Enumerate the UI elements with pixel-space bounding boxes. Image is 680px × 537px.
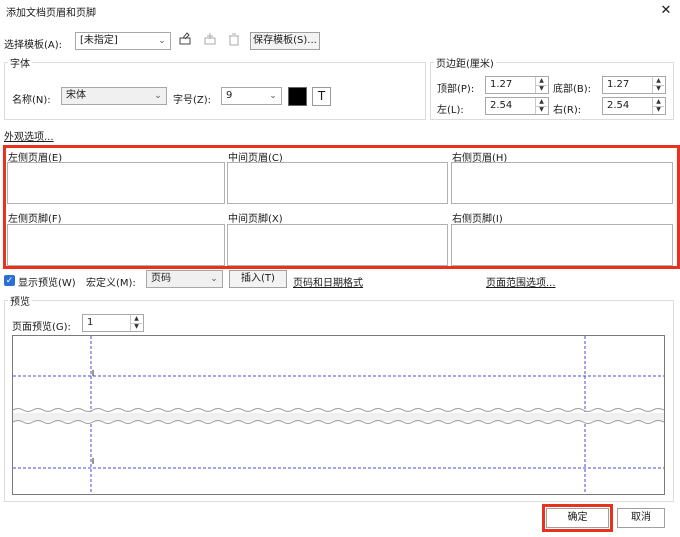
page-preview-value: 1 [87,317,94,328]
chevron-down-icon: ⌄ [154,91,162,101]
page-preview-label: 页面预览(G): [12,322,71,333]
margin-left-label: 左(L): [437,105,464,116]
template-label: 选择模板(A): [4,40,63,51]
preview-page-graphic [13,336,664,494]
show-preview-checkbox[interactable]: ✓ [4,275,15,286]
center-header-input[interactable] [227,162,448,204]
left-footer-input[interactable] [7,224,225,266]
font-group-title: 字体 [8,55,32,70]
font-size-value: 9 [226,90,233,101]
chevron-down-icon: ⌄ [158,36,166,46]
insert-button[interactable]: 插入(T) [229,270,287,288]
preview-group-title: 预览 [8,293,32,308]
margins-group-title: 页边距(厘米) [434,55,496,70]
macro-value: 页码 [151,273,171,284]
margin-top-value: 1.27 [490,79,513,90]
page-number-format-link[interactable]: 页码和日期格式 [293,274,363,289]
window-title: 添加文档页眉和页脚 [6,8,96,19]
margin-bottom-value: 1.27 [607,79,630,90]
close-icon[interactable]: ✕ [656,2,676,20]
macro-select[interactable]: 页码 ⌄ [146,270,223,288]
left-header-input[interactable] [7,162,225,204]
page-range-options-link[interactable]: 页面范围选项... [486,274,556,289]
page-preview-stepper[interactable]: 1 ▲ ▼ [82,314,144,332]
add-template-icon[interactable] [202,32,218,48]
margin-bottom-label: 底部(B): [553,84,592,95]
margin-left-stepper[interactable]: 2.54 ▲ ▼ [485,97,549,115]
edit-template-icon[interactable] [177,32,193,48]
macro-label: 宏定义(M): [86,278,136,289]
spin-down-icon[interactable]: ▼ [536,106,547,114]
margin-right-stepper[interactable]: 2.54 ▲ ▼ [602,97,666,115]
center-footer-label: 中间页脚(X) [228,214,283,225]
center-footer-input[interactable] [227,224,448,266]
ok-button[interactable]: 确定 [546,508,609,528]
font-name-label: 名称(N): [12,95,51,106]
chevron-down-icon: ⌄ [269,91,277,101]
right-footer-input[interactable] [451,224,673,266]
cancel-button[interactable]: 取消 [617,508,665,528]
right-footer-label: 右侧页脚(I) [452,214,503,225]
preview-canvas [12,335,665,495]
margin-left-value: 2.54 [490,100,513,111]
trash-icon[interactable] [226,32,242,48]
title-bar [0,0,680,22]
font-color-swatch[interactable] [288,87,307,106]
font-size-label: 字号(Z): [173,95,212,106]
show-preview-label[interactable]: 显示预览(W) [18,274,76,289]
save-template-button[interactable]: 保存模板(S)... [250,32,320,50]
appearance-options-link[interactable]: 外观选项... [4,128,54,143]
right-header-input[interactable] [451,162,673,204]
text-style-icon[interactable]: T [312,87,331,106]
font-size-select[interactable]: 9 ⌄ [221,87,282,105]
spin-down-icon[interactable]: ▼ [653,85,664,93]
chevron-down-icon: ⌄ [210,274,218,284]
font-name-value: 宋体 [66,90,86,101]
margin-right-value: 2.54 [607,100,630,111]
margin-top-stepper[interactable]: 1.27 ▲ ▼ [485,76,549,94]
template-value: [未指定] [80,35,118,46]
template-select[interactable]: [未指定] ⌄ [75,32,171,50]
spin-down-icon[interactable]: ▼ [131,323,142,331]
spin-down-icon[interactable]: ▼ [653,106,664,114]
font-name-select[interactable]: 宋体 ⌄ [61,87,167,105]
margin-bottom-stepper[interactable]: 1.27 ▲ ▼ [602,76,666,94]
margin-right-label: 右(R): [553,105,582,116]
left-footer-label: 左侧页脚(F) [8,214,62,225]
margin-top-label: 顶部(P): [437,84,475,95]
spin-down-icon[interactable]: ▼ [536,85,547,93]
